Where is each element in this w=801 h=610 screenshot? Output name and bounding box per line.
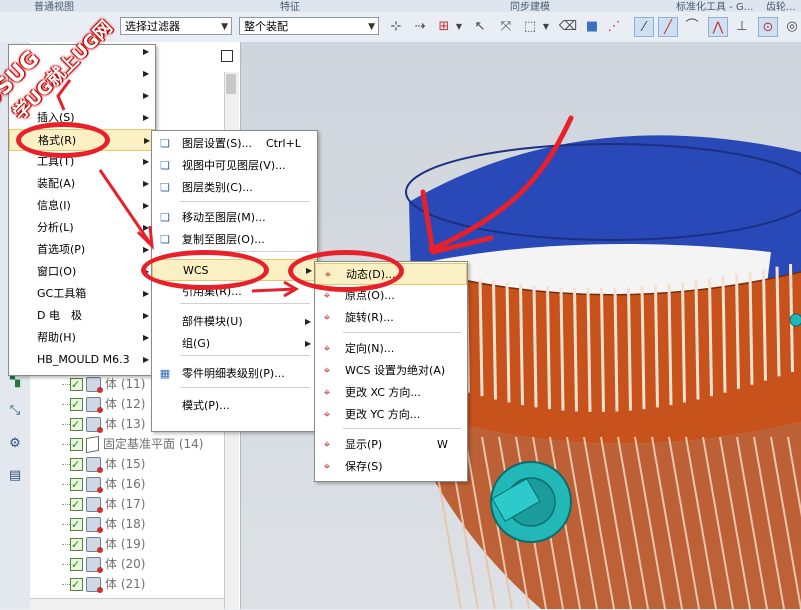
annotation-arrows: [56, 79, 299, 298]
annotation-arrow: [251, 287, 297, 293]
annotation-arrow: [98, 169, 154, 247]
